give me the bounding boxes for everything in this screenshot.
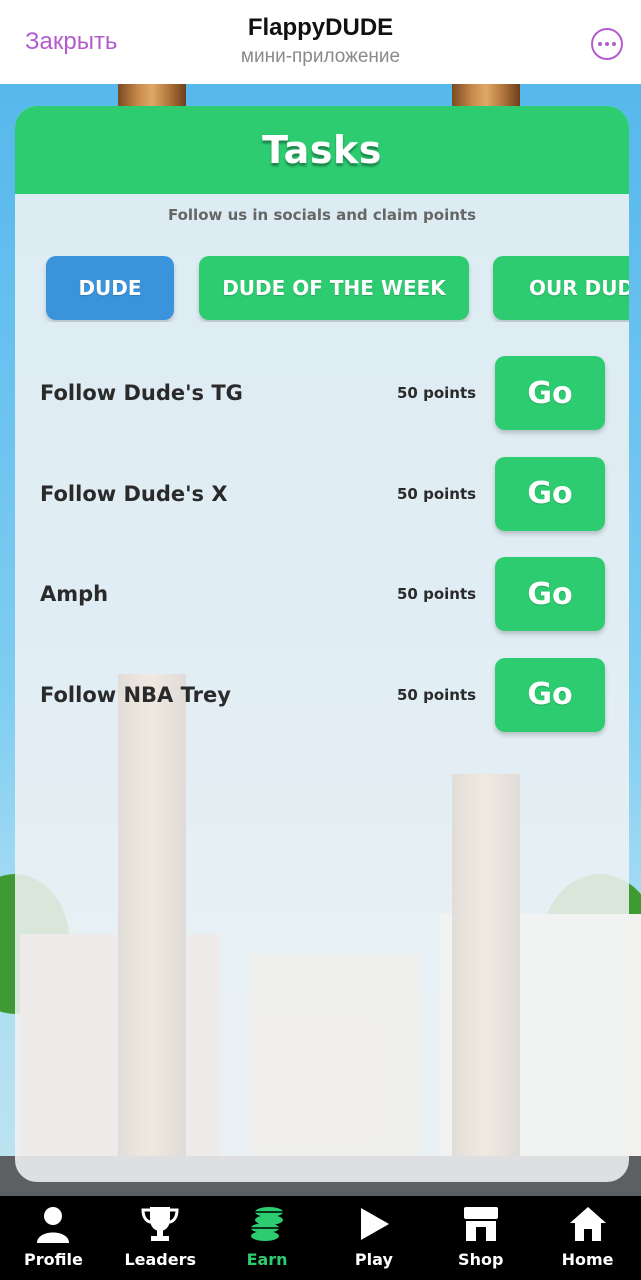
bottom-nav: Profile Leaders Earn Play Shop Home <box>0 1196 641 1280</box>
go-button[interactable]: Go <box>495 657 605 732</box>
nav-label: Leaders <box>124 1250 197 1269</box>
nav-item-play[interactable]: Play <box>320 1196 427 1280</box>
panel-subtitle: Follow us in socials and claim points <box>167 206 477 224</box>
task-name: Follow Dude's TG <box>40 381 243 405</box>
task-list: Follow Dude's TG 50 points Go Follow Dud… <box>15 356 629 758</box>
task-name: Follow Dude's X <box>40 481 228 506</box>
telegram-header: Закрыть FlappyDUDE мини-приложение <box>0 0 641 84</box>
panel-title: Tasks <box>262 128 382 172</box>
nav-label: Profile <box>24 1250 83 1269</box>
app-title: FlappyDUDE <box>247 14 394 41</box>
home-icon <box>568 1204 608 1244</box>
task-points: 50 points <box>397 585 477 603</box>
shop-icon <box>461 1204 501 1244</box>
nav-label: Play <box>354 1250 393 1269</box>
dot <box>605 42 609 46</box>
nav-label: Shop <box>458 1250 504 1269</box>
nav-item-earn[interactable]: Earn <box>214 1196 321 1280</box>
nav-item-shop[interactable]: Shop <box>427 1196 534 1280</box>
nav-label: Home <box>561 1250 614 1269</box>
nav-item-leaders[interactable]: Leaders <box>107 1196 214 1280</box>
tasks-panel: Tasks Follow us in socials and claim poi… <box>15 106 629 1182</box>
pipe <box>452 84 520 108</box>
task-row: Amph 50 points Go <box>15 557 629 658</box>
task-points: 50 points <box>397 685 477 704</box>
go-button[interactable]: Go <box>495 557 605 631</box>
dot <box>598 42 602 46</box>
tab-dude-of-the-week[interactable]: DUDE OF THE WEEK <box>199 256 469 320</box>
more-options-button[interactable] <box>591 28 623 60</box>
app-subtitle: мини-приложение <box>240 46 401 67</box>
task-name: Amph <box>40 582 109 606</box>
nav-label: Earn <box>246 1250 288 1269</box>
pipe <box>118 84 186 108</box>
task-row: Follow Dude's TG 50 points Go <box>15 356 629 457</box>
task-row: Follow Dude's X 50 points Go <box>15 456 629 558</box>
nav-item-home[interactable]: Home <box>534 1196 641 1280</box>
nav-item-profile[interactable]: Profile <box>0 1196 107 1280</box>
task-row: Follow NBA Trey 50 points Go <box>15 657 629 759</box>
panel-header: Tasks <box>15 106 629 194</box>
play-icon <box>354 1204 394 1244</box>
tab-our-dude[interactable]: OUR DUDE <box>493 256 629 320</box>
coins-icon <box>247 1204 287 1244</box>
go-button[interactable]: Go <box>495 456 605 531</box>
task-points: 50 points <box>397 384 477 402</box>
go-button[interactable]: Go <box>495 356 605 430</box>
dot <box>612 42 616 46</box>
task-points: 50 points <box>397 484 477 503</box>
user-icon <box>33 1204 73 1244</box>
trophy-icon <box>140 1204 180 1244</box>
tab-dude[interactable]: DUDE <box>46 256 174 320</box>
category-tabs: DUDE DUDE OF THE WEEK OUR DUDE <box>15 256 629 322</box>
task-name: Follow NBA Trey <box>40 682 231 707</box>
